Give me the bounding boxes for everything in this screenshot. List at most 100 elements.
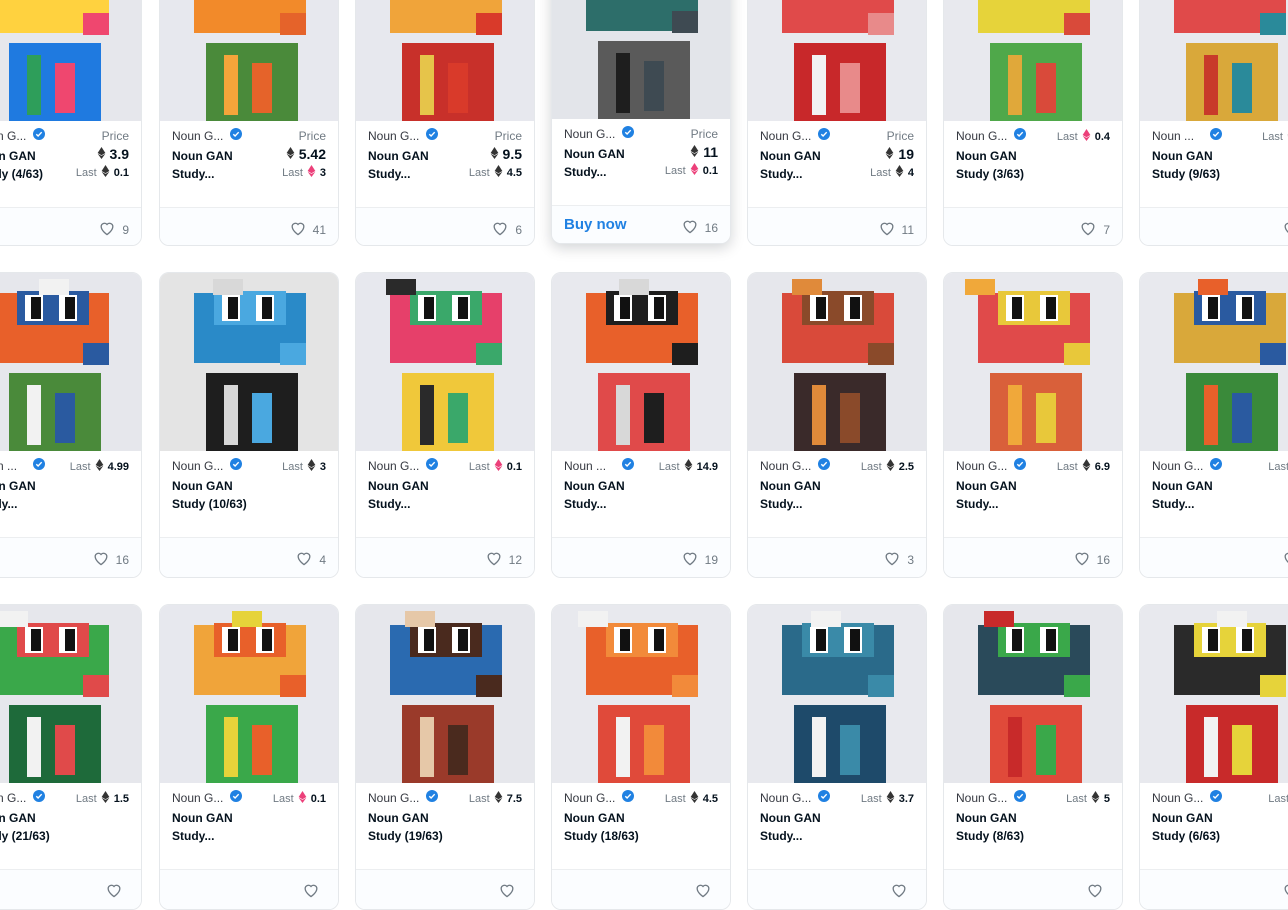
nft-name[interactable]: Noun GAN Study (18/63) (564, 809, 654, 845)
nft-card[interactable]: Noun G... Noun GAN Study (6/63) Last (1139, 604, 1288, 910)
nft-card[interactable]: Noun G... Noun GAN Study (21/63) Last 1.5 (0, 604, 142, 910)
heart-icon[interactable] (302, 882, 320, 901)
heart-icon[interactable] (98, 220, 116, 239)
nft-image[interactable] (0, 605, 141, 783)
nft-card[interactable]: Noun G... Noun GAN Study... Last 3.7 (747, 604, 927, 910)
favorite-button[interactable] (302, 882, 326, 901)
collection-name[interactable]: Noun ... (1152, 129, 1204, 143)
collection-name[interactable]: Noun G... (172, 791, 224, 805)
collection-name[interactable]: Noun G... (760, 791, 812, 805)
nft-name[interactable]: Noun GAN Study (8/63) (956, 809, 1046, 845)
favorite-button[interactable] (694, 882, 718, 901)
nft-card[interactable]: Noun ... Noun GAN Study... Last 14.9 19 (551, 272, 731, 578)
nft-name[interactable]: Noun GAN Study (9/63) (1152, 147, 1242, 183)
nft-image[interactable] (1140, 0, 1288, 121)
nft-card[interactable]: Noun G... Noun GAN Study (18/63) Last 4.5 (551, 604, 731, 910)
heart-icon[interactable] (883, 550, 901, 569)
heart-icon[interactable] (681, 218, 699, 237)
nft-card[interactable]: Noun G... Noun GAN Study... Price 11 Last 0.1 B… (551, 0, 731, 244)
nft-name[interactable]: Noun GAN Study... (564, 477, 654, 513)
favorite-button[interactable]: 11 (878, 220, 914, 239)
favorite-button[interactable] (890, 882, 914, 901)
collection-name[interactable]: Noun G... (1152, 459, 1204, 473)
nft-card[interactable]: Noun G... Noun GAN Study (10/63) Last 3 4 (159, 272, 339, 578)
buy-now-button[interactable]: Buy now (564, 216, 627, 233)
collection-name[interactable]: Noun G... (172, 129, 224, 143)
heart-icon[interactable] (92, 550, 110, 569)
favorite-button[interactable] (1086, 882, 1110, 901)
collection-name[interactable]: Noun G... (1152, 791, 1204, 805)
heart-icon[interactable] (295, 550, 313, 569)
nft-image[interactable] (356, 605, 534, 783)
favorite-button[interactable]: 4 (295, 550, 326, 569)
collection-name[interactable]: Noun G... (564, 127, 616, 141)
nft-name[interactable]: Noun GAN Study... (1152, 477, 1242, 513)
nft-image[interactable] (160, 273, 338, 451)
favorite-button[interactable]: 7 (1079, 220, 1110, 239)
nft-name[interactable]: Noun GAN Study (4/63) (0, 147, 65, 183)
favorite-button[interactable] (105, 882, 129, 901)
heart-icon[interactable] (1073, 550, 1091, 569)
nft-image[interactable] (1140, 273, 1288, 451)
nft-name[interactable]: Noun GAN Study (6/63) (1152, 809, 1242, 845)
nft-name[interactable]: Noun GAN Study (19/63) (368, 809, 458, 845)
nft-image[interactable] (1140, 605, 1288, 783)
nft-image[interactable] (748, 273, 926, 451)
collection-name[interactable]: Noun G... (760, 459, 812, 473)
collection-name[interactable]: Noun G... (172, 459, 224, 473)
nft-card[interactable]: Noun G... Noun GAN Study... Price 19 Last 4 11 (747, 0, 927, 246)
collection-name[interactable]: Noun G... (760, 129, 812, 143)
collection-name[interactable]: Noun ... (564, 459, 616, 473)
collection-name[interactable]: Noun ... (0, 459, 27, 473)
nft-name[interactable]: Noun GAN Study... (956, 477, 1046, 513)
heart-icon[interactable] (681, 550, 699, 569)
heart-icon[interactable] (105, 882, 123, 901)
nft-image[interactable] (0, 0, 141, 121)
nft-image[interactable] (552, 273, 730, 451)
nft-name[interactable]: Noun GAN Study (3/63) (956, 147, 1046, 183)
heart-icon[interactable] (1086, 882, 1104, 901)
nft-image[interactable] (748, 0, 926, 121)
nft-image[interactable] (356, 0, 534, 121)
nft-card[interactable]: Noun G... Noun GAN Study... Last 6.9 16 (943, 272, 1123, 578)
favorite-button[interactable]: 16 (92, 550, 129, 569)
nft-name[interactable]: Noun GAN Study... (368, 477, 458, 513)
collection-name[interactable]: Noun G... (956, 791, 1008, 805)
heart-icon[interactable] (1282, 220, 1288, 239)
nft-image[interactable] (356, 273, 534, 451)
nft-name[interactable]: Noun GAN Study... (564, 145, 654, 181)
collection-name[interactable]: Noun G... (956, 459, 1008, 473)
nft-card[interactable]: Noun G... Noun GAN Study... Last 2.5 3 (747, 272, 927, 578)
heart-icon[interactable] (694, 882, 712, 901)
favorite-button[interactable]: 19 (681, 550, 718, 569)
nft-name[interactable]: Noun GAN Study... (760, 809, 850, 845)
favorite-button[interactable]: 6 (491, 220, 522, 239)
nft-name[interactable]: Noun GAN Study... (172, 147, 262, 183)
collection-name[interactable]: Noun G... (368, 791, 420, 805)
nft-card[interactable]: Noun G... Noun GAN Study (19/63) Last 7.5 (355, 604, 535, 910)
heart-icon[interactable] (1282, 550, 1288, 569)
nft-image[interactable] (552, 605, 730, 783)
collection-name[interactable]: Noun G... (0, 129, 27, 143)
favorite-button[interactable] (1282, 882, 1288, 901)
nft-image[interactable] (160, 0, 338, 121)
collection-name[interactable]: Noun G... (368, 129, 420, 143)
heart-icon[interactable] (485, 550, 503, 569)
nft-card[interactable]: Noun G... Noun GAN Study... Last (1139, 272, 1288, 578)
nft-image[interactable] (944, 0, 1122, 121)
heart-icon[interactable] (491, 220, 509, 239)
favorite-button[interactable] (498, 882, 522, 901)
nft-card[interactable]: Noun G... Noun GAN Study... Price 5.42 Last 3 4… (159, 0, 339, 246)
nft-image[interactable] (944, 605, 1122, 783)
collection-name[interactable]: Noun G... (0, 791, 27, 805)
heart-icon[interactable] (890, 882, 908, 901)
heart-icon[interactable] (289, 220, 307, 239)
heart-icon[interactable] (498, 882, 516, 901)
nft-image[interactable] (748, 605, 926, 783)
favorite-button[interactable]: 3 (883, 550, 914, 569)
nft-name[interactable]: Noun GAN Study (10/63) (172, 477, 262, 513)
nft-card[interactable]: Noun ... Noun GAN Study (9/63) Last5 (1139, 0, 1288, 246)
favorite-button[interactable] (1282, 220, 1288, 239)
favorite-button[interactable]: 16 (681, 218, 718, 237)
favorite-button[interactable]: 41 (289, 220, 326, 239)
